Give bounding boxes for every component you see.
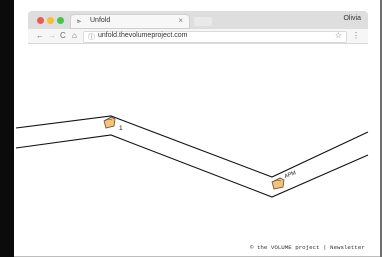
marker-2[interactable]: APM xyxy=(271,170,298,190)
page-content: 1 APM xyxy=(0,0,382,257)
folder-icon xyxy=(103,116,116,129)
footer-copyright: © the VOLUME project xyxy=(250,244,320,251)
footer: © the VOLUME project | Newsletter xyxy=(250,244,365,251)
newsletter-link[interactable]: Newsletter xyxy=(330,244,365,251)
path-lower-edge xyxy=(15,134,369,198)
marker-label: 1 xyxy=(119,125,123,132)
footer-separator: | xyxy=(323,244,327,251)
zigzag-path-canvas: 1 APM xyxy=(15,115,369,198)
marker-label: APM xyxy=(284,170,298,180)
path-upper-edge xyxy=(15,115,369,178)
folder-icon xyxy=(271,177,285,190)
